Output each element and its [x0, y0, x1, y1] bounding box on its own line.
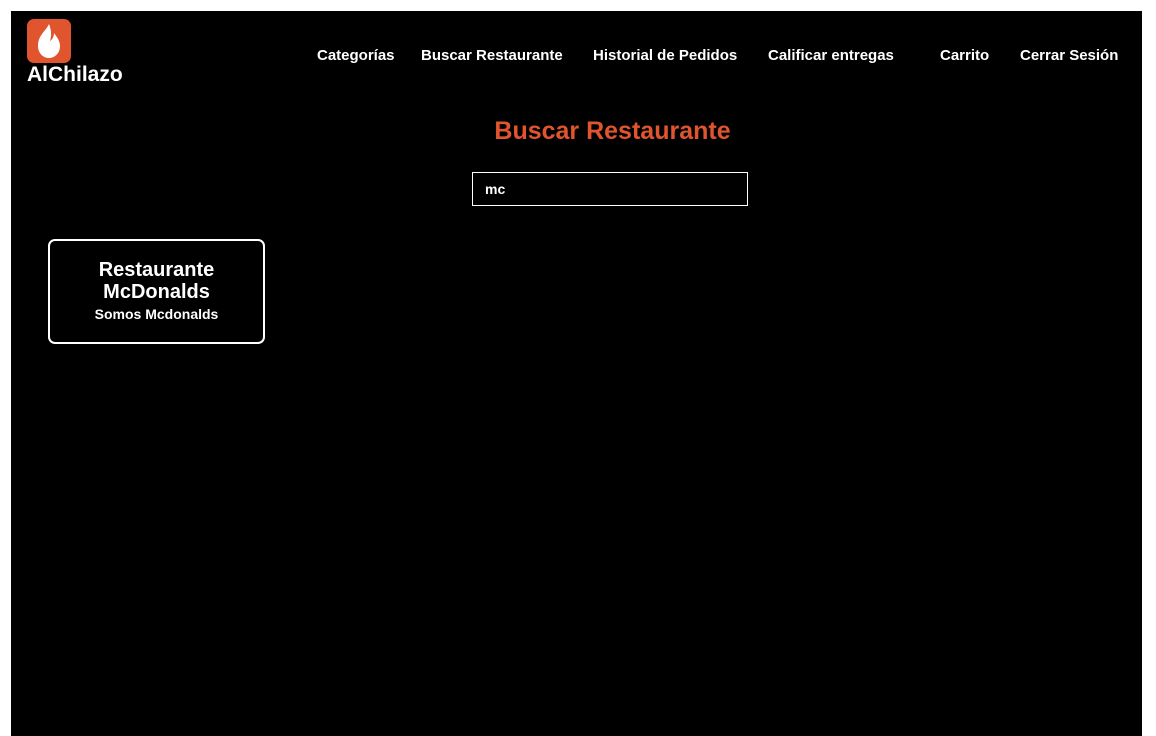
restaurant-description: Somos Mcdonalds	[94, 306, 219, 322]
nav-item-categorias[interactable]: Categorías	[317, 47, 395, 64]
restaurant-name: Restaurante McDonalds	[98, 259, 215, 303]
page-title: Buscar Restaurante	[494, 117, 731, 145]
app-window: AlChilazo Categorías Buscar Restaurante …	[11, 11, 1142, 736]
nav-item-calificar-entregas[interactable]: Calificar entregas	[768, 47, 894, 64]
main-nav: Categorías Buscar Restaurante Historial …	[11, 47, 1142, 67]
nav-item-carrito[interactable]: Carrito	[940, 47, 989, 64]
search-input[interactable]	[472, 172, 748, 206]
nav-item-buscar-restaurante[interactable]: Buscar Restaurante	[421, 47, 563, 64]
nav-item-cerrar-sesion[interactable]: Cerrar Sesión	[1020, 47, 1118, 64]
restaurant-card[interactable]: Restaurante McDonalds Somos Mcdonalds	[48, 239, 265, 344]
nav-item-historial-de-pedidos[interactable]: Historial de Pedidos	[593, 47, 737, 64]
